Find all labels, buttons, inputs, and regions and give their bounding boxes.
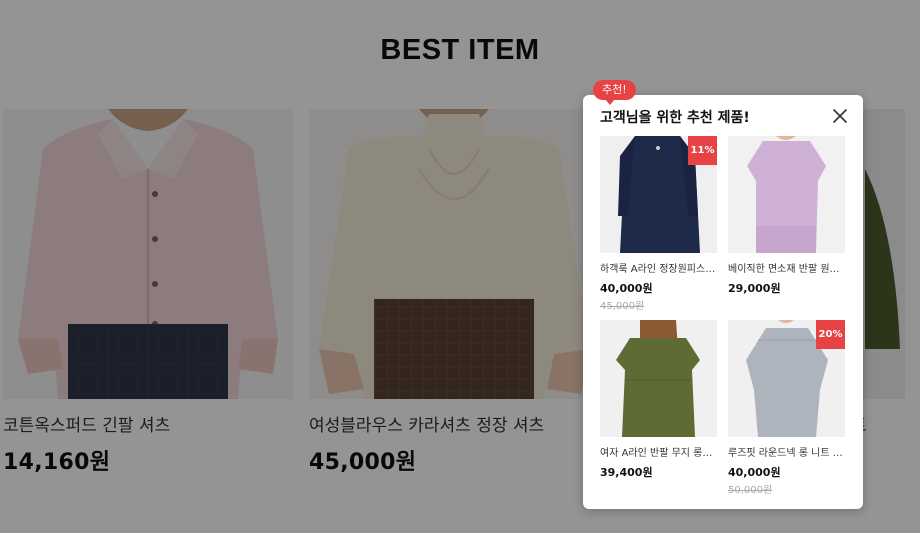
recommend-item[interactable]: 베이직한 면소재 반팔 원피스 29,000원: [728, 136, 845, 296]
recommend-badge: 추천!: [593, 80, 636, 105]
item-image[interactable]: [600, 320, 717, 437]
item-price: 39,400원: [600, 466, 653, 479]
item-price: 29,000원: [728, 282, 781, 295]
recommend-item[interactable]: 20% 루즈핏 라운드넥 롱 니트 원피스 40,000원 50,000원: [728, 320, 845, 496]
close-button[interactable]: [832, 108, 848, 124]
close-icon[interactable]: [832, 108, 848, 124]
item-name[interactable]: 베이직한 면소재 반팔 원피스: [728, 260, 845, 275]
item-name[interactable]: 하객룩 A라인 정장원피스 블라우스: [600, 260, 717, 275]
item-original-price: 45,000원: [600, 301, 645, 312]
popup-title: 고객님을 위한 추천 제품!: [600, 110, 750, 126]
item-name[interactable]: 여자 A라인 반팔 무지 롱원피스: [600, 444, 717, 459]
recommend-item[interactable]: 11% 하객룩 A라인 정장원피스 블라우스 40,000원 45,000원: [600, 136, 717, 312]
discount-badge: 20%: [816, 320, 845, 349]
recommend-item[interactable]: 여자 A라인 반팔 무지 롱원피스 39,400원: [600, 320, 717, 480]
item-price: 40,000원: [600, 282, 653, 295]
item-price: 40,000원: [728, 466, 781, 479]
discount-badge: 11%: [688, 136, 717, 165]
recommendation-popup: 추천! 고객님을 위한 추천 제품! 11% 하객룩 A라인 정장원피스 블라우…: [583, 80, 863, 509]
item-image[interactable]: 20%: [728, 320, 845, 437]
item-original-price: 50,000원: [728, 485, 773, 496]
item-image[interactable]: [728, 136, 845, 253]
item-image[interactable]: 11%: [600, 136, 717, 253]
item-name[interactable]: 루즈핏 라운드넥 롱 니트 원피스: [728, 444, 845, 459]
